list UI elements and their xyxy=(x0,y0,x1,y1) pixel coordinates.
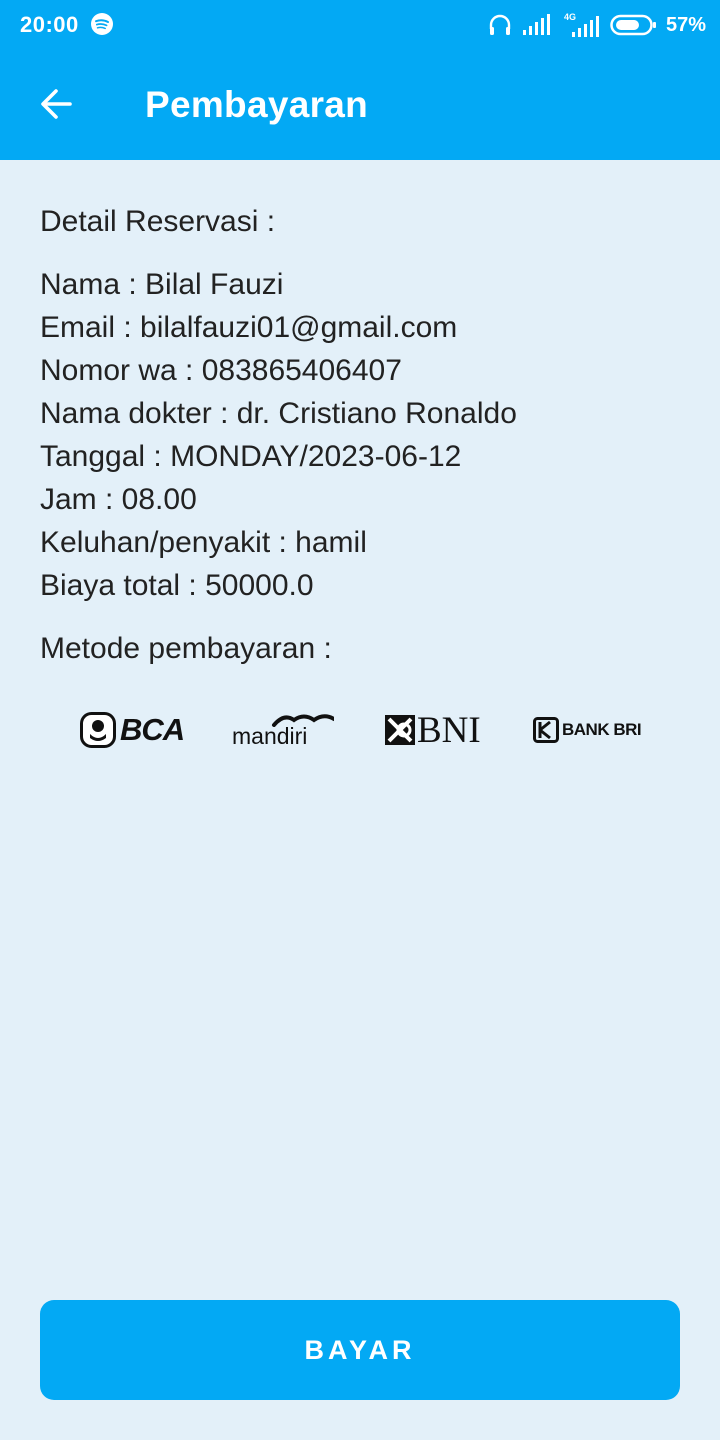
headphones-icon xyxy=(489,14,511,35)
bca-logo-icon xyxy=(80,712,116,748)
bank-bri-label: BANK BRI xyxy=(562,720,642,739)
bank-mandiri-label: mandiri xyxy=(232,722,308,749)
network-label: 4G xyxy=(564,12,576,22)
battery-icon xyxy=(610,14,656,36)
back-button[interactable] xyxy=(28,76,84,132)
app-bar: 20:00 4G 57% Pembayaran xyxy=(0,0,720,160)
detail-complaint: Keluhan/penyakit : hamil xyxy=(40,526,367,559)
detail-total-cost: Biaya total : 50000.0 xyxy=(40,569,314,602)
detail-list: Nama : Bilal Fauzi Email : bilalfauzi01@… xyxy=(40,263,680,607)
spotify-icon xyxy=(91,13,113,35)
page-title: Pembayaran xyxy=(145,84,369,125)
payment-method-heading: Metode pembayaran : xyxy=(40,632,332,665)
reservation-detail: Detail Reservasi : Nama : Bilal Fauzi Em… xyxy=(40,200,680,670)
status-icons: 4G 57% xyxy=(488,11,706,39)
bank-bca-option[interactable]: BCA xyxy=(80,705,185,755)
bank-bca-label: BCA xyxy=(120,712,185,747)
bank-bri-option[interactable]: BANK BRI xyxy=(533,705,642,755)
status-bar: 20:00 4G 57% xyxy=(0,0,720,50)
status-time: 20:00 xyxy=(20,12,79,37)
detail-email: Email : bilalfauzi01@gmail.com xyxy=(40,311,458,344)
detail-heading: Detail Reservasi : xyxy=(40,205,276,238)
bank-mandiri-option[interactable]: mandiri xyxy=(232,705,334,755)
detail-name: Nama : Bilal Fauzi xyxy=(40,268,284,301)
bank-bni-label: BNI xyxy=(417,709,481,751)
battery-level: 57% xyxy=(665,13,706,36)
detail-date: Tanggal : MONDAY/2023-06-12 xyxy=(40,440,462,473)
arrow-left-icon xyxy=(41,89,72,119)
payment-methods: BCA mandiri BNI BANK BRI xyxy=(0,705,720,755)
signal-4g-icon: 4G xyxy=(564,12,599,37)
bank-bni-option[interactable]: BNI xyxy=(385,705,481,755)
detail-time: Jam : 08.00 xyxy=(40,483,197,516)
detail-phone: Nomor wa : 083865406407 xyxy=(40,354,402,387)
toolbar: Pembayaran xyxy=(0,56,720,156)
signal-icon xyxy=(522,14,550,35)
bni-logo-icon xyxy=(385,715,415,745)
pay-button[interactable]: BAYAR xyxy=(40,1300,680,1400)
bri-logo-icon xyxy=(533,717,559,743)
detail-doctor: Nama dokter : dr. Cristiano Ronaldo xyxy=(40,397,517,430)
